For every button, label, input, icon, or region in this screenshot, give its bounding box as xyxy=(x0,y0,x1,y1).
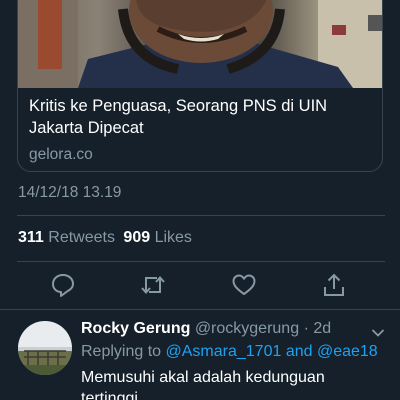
likes-label: Likes xyxy=(154,229,192,246)
card-image xyxy=(18,0,382,88)
retweets-label: Retweets xyxy=(48,229,115,246)
mention-joiner: and xyxy=(285,343,313,360)
reply-header: Rocky Gerung @rockygerung · 2d xyxy=(81,320,331,338)
more-options-button[interactable] xyxy=(371,325,385,337)
reply-text: Memusuhi akal adalah kedunguan tertinggi… xyxy=(81,369,325,400)
reply-button[interactable] xyxy=(50,272,76,298)
divider xyxy=(17,261,385,262)
heart-icon xyxy=(232,274,256,295)
share-icon xyxy=(324,273,344,296)
reply-icon xyxy=(52,274,74,297)
retweets-count: 311 xyxy=(18,229,44,246)
card-title: Kritis ke Penguasa, Seorang PNS di UIN J… xyxy=(29,97,328,137)
reply-tweet[interactable]: Rocky Gerung @rockygerung · 2d Replying … xyxy=(0,318,400,400)
link-preview-card[interactable]: Kritis ke Penguasa, Seorang PNS di UIN J… xyxy=(17,0,383,172)
divider xyxy=(17,215,385,216)
reply-author-name[interactable]: Rocky Gerung xyxy=(81,320,190,337)
replying-prefix: Replying to xyxy=(81,343,162,360)
chevron-down-icon xyxy=(371,329,385,337)
tweet-timestamp[interactable]: 14/12/18 13.19 xyxy=(18,184,121,202)
share-button[interactable] xyxy=(321,272,347,298)
likes-stat[interactable]: 909 Likes xyxy=(123,229,192,246)
retweets-stat[interactable]: 311 Retweets xyxy=(18,229,119,246)
reply-age[interactable]: 2d xyxy=(313,320,331,337)
tweet-actions-bar xyxy=(0,272,400,300)
card-photo-illustration xyxy=(18,0,382,88)
retweet-icon xyxy=(141,275,165,295)
meta-separator: · xyxy=(303,320,309,337)
like-button[interactable] xyxy=(231,272,257,298)
reply-author-handle[interactable]: @rockygerung xyxy=(195,320,299,337)
avatar[interactable] xyxy=(18,321,72,375)
divider xyxy=(0,309,400,310)
card-domain: gelora.co xyxy=(29,146,93,163)
mention-link[interactable]: @Asmara_1701 xyxy=(166,343,282,360)
replying-to-line: Replying to @Asmara_1701 and @eae18 xyxy=(81,343,378,361)
retweet-button[interactable] xyxy=(140,272,166,298)
likes-count: 909 xyxy=(123,229,151,246)
tweet-stats: 311 Retweets 909 Likes xyxy=(18,229,192,247)
mention-link[interactable]: @eae18 xyxy=(317,343,378,360)
avatar-image xyxy=(18,321,72,375)
